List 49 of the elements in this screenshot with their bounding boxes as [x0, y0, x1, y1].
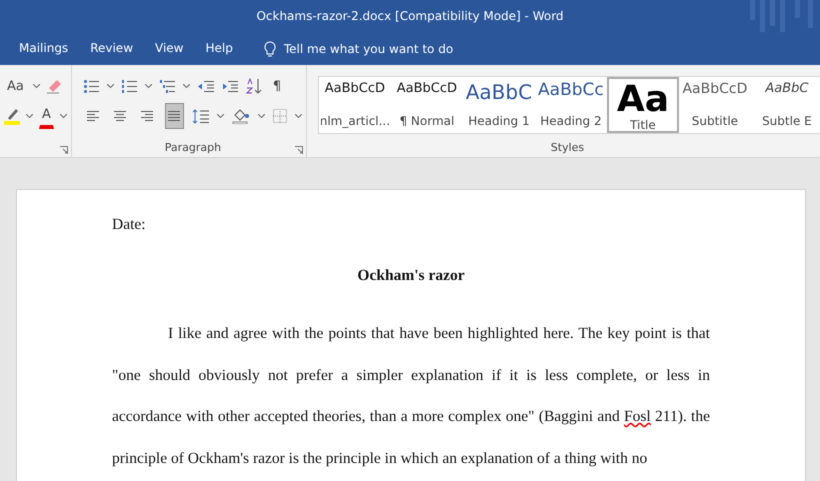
numbered-list-icon[interactable]	[122, 80, 137, 92]
multilevel-list-icon[interactable]	[160, 80, 175, 92]
caret-icon[interactable]	[144, 84, 152, 88]
style-item[interactable]: AaBbCcD nlm_articl...	[318, 77, 391, 133]
lightbulb-icon	[264, 40, 276, 56]
align-center-icon	[114, 110, 127, 122]
caret-icon[interactable]	[60, 114, 67, 118]
caret-icon[interactable]	[182, 84, 190, 88]
caret-icon[interactable]	[294, 114, 302, 118]
bullet-list-icon[interactable]	[84, 80, 99, 92]
style-item[interactable]: AaBbC Subtle E	[750, 77, 820, 133]
group-label: Paragraph	[164, 141, 222, 156]
highlighter-icon[interactable]	[4, 107, 20, 125]
borders-icon[interactable]	[272, 109, 287, 123]
document-title: Ockham's razor	[356, 267, 466, 285]
ribbon-tab[interactable]: Mailings	[10, 36, 78, 60]
line-spacing-icon[interactable]	[192, 108, 209, 124]
group-label: Styles	[550, 141, 584, 156]
paint-bucket-icon[interactable]	[232, 108, 250, 124]
caret-icon[interactable]	[26, 114, 33, 118]
ribbon-tab[interactable]: Help	[196, 36, 242, 60]
show-marks-button[interactable]: ¶	[270, 73, 284, 99]
change-case-button[interactable]: Aa	[4, 73, 27, 99]
body-paragraph: I like and agree with the points that have been highlighted here. The key point is that "one should obviously not prefer a simpler explanation if it is less complete, or less in accordance with other accepted theories, than a more complex one" (Baggini and Fosl 211). the principle of Ockham's razor is the principle in which an explanation of a thing with no	[112, 324, 710, 468]
eraser-icon[interactable]	[46, 78, 62, 94]
window-title: Ockhams-razor-2.docx [Compatibility Mode] - Word	[256, 9, 564, 23]
decrease-indent-icon[interactable]	[198, 80, 214, 92]
caret-icon[interactable]	[216, 114, 224, 118]
align-justify-icon	[168, 110, 181, 122]
style-item[interactable]: AaBbCcD ¶ Normal	[390, 77, 463, 133]
style-item[interactable]: AaBbCcD Subtitle	[678, 77, 751, 133]
increase-indent-icon[interactable]	[222, 80, 238, 92]
font-color-button[interactable]: A	[39, 104, 54, 128]
caret-icon[interactable]	[258, 114, 265, 118]
caret-icon[interactable]	[106, 84, 114, 88]
date-line: Date:	[112, 216, 147, 234]
style-item[interactable]: AaBbC Heading 1	[462, 77, 535, 133]
style-item[interactable]: AaBbCc Heading 2	[534, 77, 607, 133]
dialog-launcher-icon[interactable]	[60, 146, 68, 154]
style-item[interactable]: Aa Title	[606, 77, 679, 133]
align-left-icon	[86, 110, 100, 122]
ribbon-tab[interactable]: View	[146, 36, 192, 60]
align-button[interactable]	[164, 103, 184, 129]
ribbon-tab[interactable]: Review	[81, 36, 142, 60]
align-right-icon	[140, 110, 154, 122]
caret-icon[interactable]	[32, 84, 40, 88]
sort-icon[interactable]	[246, 78, 262, 94]
dialog-launcher-icon[interactable]	[294, 146, 303, 154]
tell-me-field[interactable]: Tell me what you want to do	[284, 42, 454, 56]
